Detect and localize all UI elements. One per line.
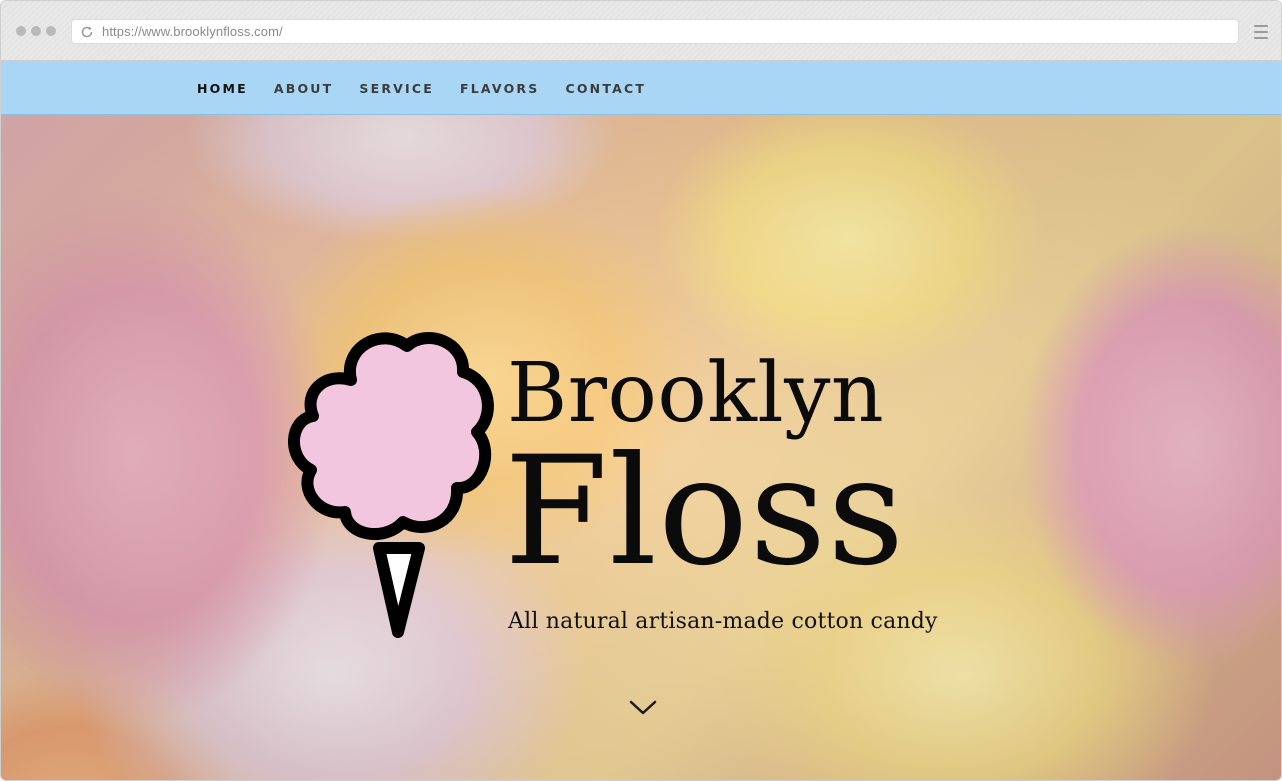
hero-section: Brooklyn Floss All natural artisan-made … <box>1 115 1281 780</box>
url-text: https://www.brooklynfloss.com/ <box>102 24 283 39</box>
brand-name-line2: Floss <box>504 425 906 599</box>
window-controls <box>16 26 56 36</box>
tagline: All natural artisan-made cotton candy <box>508 609 938 634</box>
brand-name-line1: Brooklyn <box>507 346 885 441</box>
nav-item-flavors[interactable]: FLAVORS <box>460 81 539 96</box>
nav-item-about[interactable]: ABOUT <box>274 81 334 96</box>
close-window-dot[interactable] <box>16 26 26 36</box>
address-bar[interactable]: https://www.brooklynfloss.com/ <box>71 19 1239 44</box>
minimize-window-dot[interactable] <box>31 26 41 36</box>
browser-toolbar: https://www.brooklynfloss.com/ <box>1 1 1281 61</box>
browser-window: https://www.brooklynfloss.com/ HOME ABOU… <box>0 0 1282 781</box>
browser-menu-icon[interactable] <box>1254 25 1268 39</box>
chevron-down-icon[interactable] <box>628 698 658 718</box>
reload-icon[interactable] <box>72 19 102 44</box>
site-navigation: HOME ABOUT SERVICE FLAVORS CONTACT <box>1 61 1281 115</box>
nav-item-contact[interactable]: CONTACT <box>565 81 646 96</box>
nav-item-home[interactable]: HOME <box>197 81 248 96</box>
nav-item-service[interactable]: SERVICE <box>359 81 434 96</box>
cotton-candy-icon <box>288 332 494 638</box>
maximize-window-dot[interactable] <box>46 26 56 36</box>
